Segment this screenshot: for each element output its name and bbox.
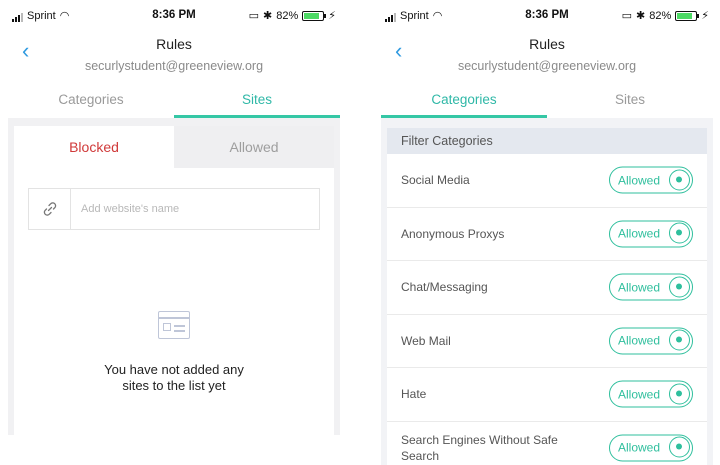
empty-state-line-1: You have not added any <box>104 362 244 377</box>
toggle-state: Allowed <box>618 173 661 188</box>
bolt-icon: ⚡ <box>328 10 336 22</box>
status-bar: Sprint ◠ 8:36 PM ▭ ✱ 82% ⚡ <box>8 6 340 26</box>
page-title: Rules <box>156 36 192 52</box>
segment-blocked[interactable]: Blocked <box>14 126 174 168</box>
sites-screen: Sprint ◠ 8:36 PM ▭ ✱ 82% ⚡ ‹ Rules secur… <box>8 0 340 465</box>
category-list: Social Media Allowed Anonymous Proxys Al… <box>387 154 707 465</box>
bluetooth-icon: ✱ <box>636 10 646 22</box>
battery-icon <box>302 10 327 21</box>
toggle-state: Allowed <box>618 280 661 295</box>
category-toggle[interactable]: Allowed <box>609 273 693 301</box>
toggle-knob <box>669 329 690 351</box>
toggle-state: Allowed <box>618 226 661 241</box>
empty-state-line-2: sites to the list yet <box>122 378 226 393</box>
segment-allowed[interactable]: Allowed <box>174 126 334 168</box>
category-label: Search Engines Without Safe Search <box>401 432 558 463</box>
empty-state-message: You have not added any sites to the list… <box>14 362 334 394</box>
toggle-state: Allowed <box>618 387 661 402</box>
nav-bar: ‹ Rules securlystudent@greeneview.org <box>381 36 713 80</box>
list-item: Chat/Messaging Allowed <box>387 261 707 315</box>
tab-sites[interactable]: Sites <box>174 88 340 118</box>
category-toggle[interactable]: Allowed <box>609 327 693 355</box>
toggle-state: Allowed <box>618 333 661 348</box>
list-item: Web Mail Allowed <box>387 314 707 368</box>
category-label: Anonymous Proxys <box>401 226 505 241</box>
toggle-knob <box>669 383 690 405</box>
page-title: Rules <box>529 36 565 52</box>
tab-categories[interactable]: Categories <box>8 88 174 118</box>
sites-card: You have not added any sites to the list… <box>14 168 334 435</box>
list-item: Anonymous Proxys Allowed <box>387 207 707 261</box>
sites-panel: Blocked Allowed You have not added any s… <box>8 118 340 435</box>
bluetooth-icon: ✱ <box>263 10 273 22</box>
nav-bar: ‹ Rules securlystudent@greeneview.org <box>8 36 340 80</box>
battery-percent: 82% <box>276 9 299 22</box>
categories-panel: Filter Categories Social Media Allowed A… <box>381 118 713 465</box>
category-label: Hate <box>401 387 427 402</box>
list-item: Search Engines Without Safe Search Allow… <box>387 421 707 465</box>
chevron-left-icon[interactable]: ‹ <box>395 38 402 64</box>
add-site-row <box>28 188 320 230</box>
status-bar: Sprint ◠ 8:36 PM ▭ ✱ 82% ⚡ <box>381 6 713 26</box>
toggle-state: Allowed <box>618 440 661 455</box>
category-label: Chat/Messaging <box>401 280 488 295</box>
link-icon <box>29 189 71 229</box>
list-segment-control: Blocked Allowed <box>14 126 334 168</box>
account-email: securlystudent@greeneview.org <box>457 59 637 73</box>
category-toggle[interactable]: Allowed <box>609 380 693 408</box>
category-toggle[interactable]: Allowed <box>609 434 693 462</box>
toggle-knob <box>669 222 690 244</box>
website-name-input[interactable] <box>71 189 319 229</box>
tab-sites[interactable]: Sites <box>547 88 713 118</box>
toggle-knob <box>669 169 690 191</box>
battery-percent: 82% <box>649 9 672 22</box>
account-email: securlystudent@greeneview.org <box>84 59 264 73</box>
screen-mirror-icon: ▭ <box>248 10 260 22</box>
battery-icon <box>675 10 700 21</box>
category-label: Web Mail <box>401 333 451 348</box>
list-item: Social Media Allowed <box>387 154 707 208</box>
bolt-icon: ⚡ <box>701 10 709 22</box>
category-toggle[interactable]: Allowed <box>609 166 693 194</box>
toggle-knob <box>669 436 690 458</box>
chevron-left-icon[interactable]: ‹ <box>22 38 29 64</box>
category-label: Social Media <box>401 173 470 188</box>
screen-mirror-icon: ▭ <box>621 10 633 22</box>
toggle-knob <box>669 276 690 298</box>
rules-tabs: Categories Sites <box>8 88 340 118</box>
category-toggle[interactable]: Allowed <box>609 220 693 248</box>
browser-window-icon <box>158 311 190 339</box>
rules-tabs: Categories Sites <box>381 88 713 118</box>
filter-categories-header: Filter Categories <box>387 128 707 154</box>
categories-screen: Sprint ◠ 8:36 PM ▭ ✱ 82% ⚡ ‹ Rules secur… <box>381 0 713 465</box>
tab-categories[interactable]: Categories <box>381 88 547 118</box>
list-item: Hate Allowed <box>387 368 707 422</box>
